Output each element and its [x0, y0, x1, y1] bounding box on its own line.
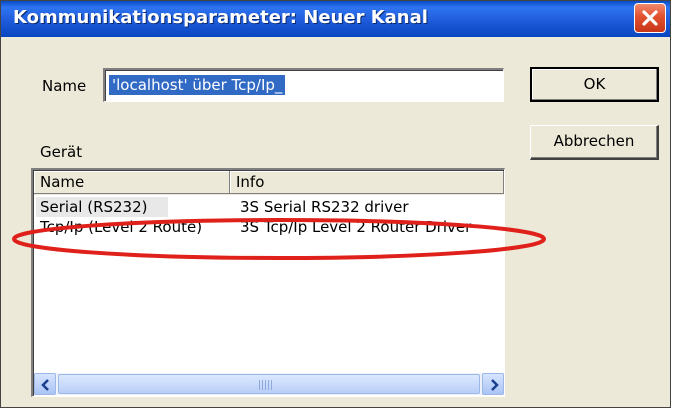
name-input-value: 'localhost' über Tcp/Ip_ [109, 75, 286, 95]
list-row-tcpip[interactable]: Tcp/Ip (Level 2 Route) 3S Tcp/Ip Level 2… [34, 217, 504, 237]
communication-parameters-dialog: Kommunikationsparameter: Neuer Kanal Nam… [0, 0, 671, 408]
cancel-button[interactable]: Abbrechen [530, 125, 659, 160]
horizontal-scrollbar[interactable] [34, 373, 504, 395]
name-input[interactable]: 'localhost' über Tcp/Ip_ [103, 68, 504, 102]
row-name: Tcp/Ip (Level 2 Route) [40, 218, 203, 236]
column-header-name[interactable]: Name [34, 171, 230, 194]
column-header-info[interactable]: Info [230, 171, 504, 194]
close-button[interactable] [634, 3, 666, 33]
chevron-left-icon [41, 379, 49, 391]
title-bar[interactable]: Kommunikationsparameter: Neuer Kanal [1, 1, 670, 37]
grip-icon [259, 380, 273, 390]
row-info: 3S Tcp/Ip Level 2 Router Driver [240, 218, 472, 236]
scroll-left-button[interactable] [34, 373, 56, 395]
window-title: Kommunikationsparameter: Neuer Kanal [13, 7, 428, 28]
scrollbar-thumb[interactable] [58, 374, 480, 394]
ok-button[interactable]: OK [530, 67, 659, 102]
name-label: Name [42, 77, 87, 95]
list-row-serial[interactable]: Serial (RS232) 3S Serial RS232 driver [34, 197, 504, 217]
chevron-right-icon [491, 379, 499, 391]
row-info: 3S Serial RS232 driver [240, 198, 409, 216]
scroll-right-button[interactable] [482, 373, 504, 395]
device-label: Gerät [40, 143, 83, 161]
close-x-icon [642, 10, 658, 26]
list-header: Name Info [34, 171, 504, 195]
row-name: Serial (RS232) [36, 197, 168, 217]
device-list[interactable]: Name Info Serial (RS232) 3S Serial RS232… [31, 168, 505, 397]
